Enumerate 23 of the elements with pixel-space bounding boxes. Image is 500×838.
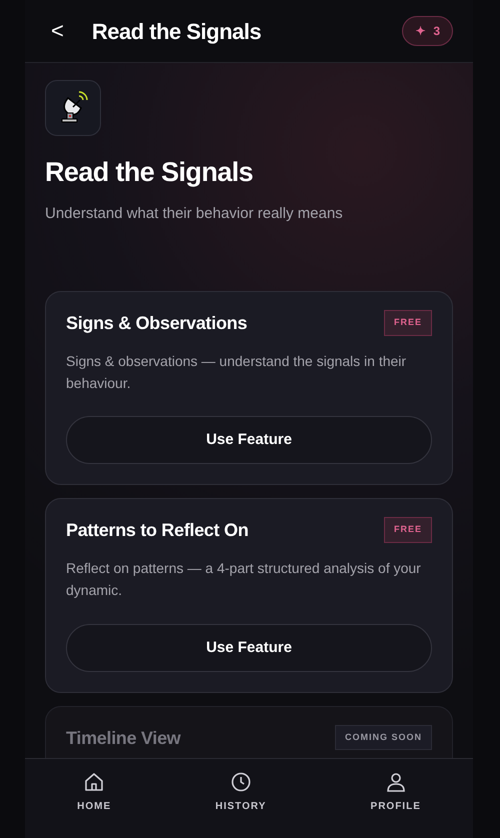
nav-tab[interactable]: HOME xyxy=(77,759,112,838)
feature-description: Reflect on patterns — a 4-part structured analysis of your dynamic. xyxy=(66,559,422,600)
person-icon xyxy=(384,771,407,793)
nav-tab[interactable]: PROFILE xyxy=(370,759,421,838)
feature-title: Timeline View xyxy=(66,726,180,750)
home-icon xyxy=(83,771,106,793)
nav-tab[interactable]: HISTORY xyxy=(215,759,266,838)
hero-title: Read the Signals xyxy=(45,156,254,189)
credits-badge[interactable]: ✦ 3 xyxy=(402,16,453,46)
status-tag: COMING SOON xyxy=(334,724,432,750)
hero-subtitle: Understand what their behavior really means xyxy=(45,204,344,224)
credit-count: 3 xyxy=(433,23,440,40)
status-tag: FREE xyxy=(384,310,432,336)
back-button[interactable]: < xyxy=(45,20,70,42)
status-tag: FREE xyxy=(384,517,432,543)
clock-icon xyxy=(230,771,252,793)
feature-title: Signs & Observations xyxy=(66,312,248,335)
feature-title: Patterns to Reflect On xyxy=(66,519,248,542)
feature-description: Signs & observations — understand the signals in their behaviour. xyxy=(66,352,408,393)
page-title: Read the Signals xyxy=(92,18,262,46)
sparkle-icon: ✦ xyxy=(415,22,426,40)
use-feature-button[interactable]: Use Feature xyxy=(66,624,432,672)
use-feature-button[interactable]: Use Feature xyxy=(66,416,432,464)
